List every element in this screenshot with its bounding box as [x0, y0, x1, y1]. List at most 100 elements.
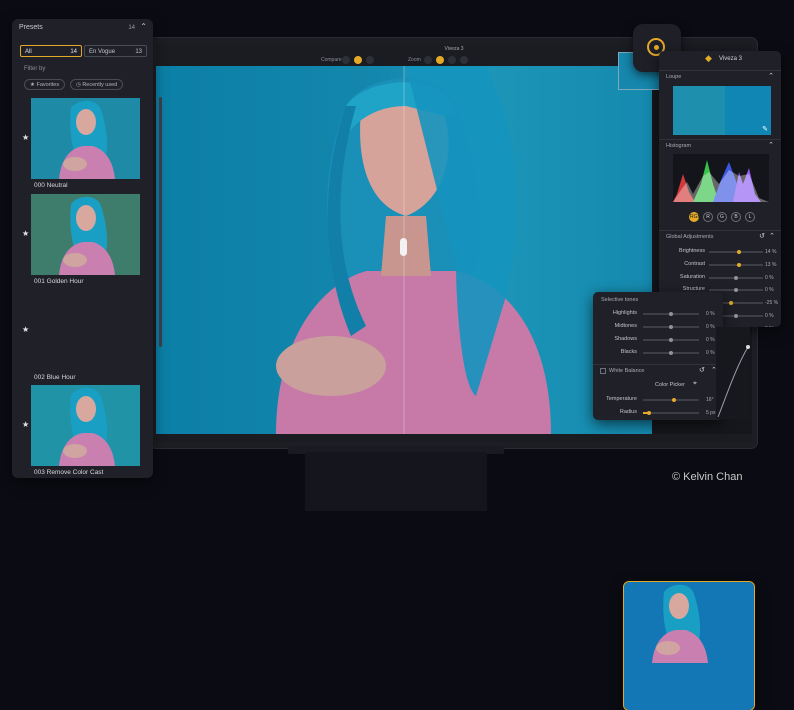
radius-slider[interactable] — [643, 412, 699, 414]
tone-value: 0 % — [706, 337, 715, 343]
slider-knob[interactable] — [734, 276, 738, 280]
zoom-label: Zoom — [408, 57, 421, 63]
preset-label: 002 Blue Hour — [34, 374, 76, 381]
tab-all-count: 14 — [70, 46, 77, 58]
tab-all-label: All — [25, 49, 32, 55]
compare-single-button[interactable] — [366, 56, 374, 64]
lens-dot — [654, 45, 659, 50]
filter-by-label: Filter by — [24, 66, 45, 72]
selective-tones-title: Selective tones — [601, 297, 638, 303]
tone-curve[interactable] — [716, 327, 750, 419]
channel-g-button[interactable]: G — [717, 212, 727, 222]
adjustment-label: Brightness — [663, 248, 705, 254]
tone-label: Midtones — [593, 323, 637, 329]
adjustments-panel: ◆ Viveza 3 Loupe ⌃ ✎ Histogram ⌃ RGBRGBL… — [659, 51, 781, 327]
favorite-star-icon[interactable]: ★ — [22, 325, 29, 334]
divider — [659, 70, 781, 71]
divider — [593, 364, 723, 365]
chevron-up-icon[interactable]: ⌃ — [769, 232, 775, 240]
slider-knob[interactable] — [729, 301, 733, 305]
preset-thumbnail[interactable] — [31, 194, 140, 275]
presets-scrollbar[interactable] — [159, 97, 162, 347]
adjustment-slider[interactable] — [709, 277, 763, 279]
channel-b-button[interactable]: B — [731, 212, 741, 222]
slider-knob[interactable] — [669, 325, 673, 329]
tone-slider[interactable] — [643, 313, 699, 315]
tone-label: Blacks — [593, 349, 637, 355]
preset-thumbnail-art — [624, 582, 733, 663]
preset-label: 001 Golden Hour — [34, 278, 84, 285]
tone-slider[interactable] — [643, 326, 699, 328]
slider-knob[interactable] — [737, 263, 741, 267]
favorites-chip[interactable]: ★ Favorites — [24, 79, 65, 90]
pin-icon[interactable]: ✎ — [762, 125, 768, 133]
chevron-up-icon[interactable]: ⌃ — [768, 72, 774, 80]
photo-canvas[interactable] — [156, 66, 652, 434]
divider — [659, 230, 781, 231]
favorite-star-icon[interactable]: ★ — [22, 229, 29, 238]
white-balance-checkbox[interactable] — [600, 368, 606, 374]
preset-thumbnail-art — [31, 194, 140, 275]
preset-thumbnail-art — [31, 385, 140, 466]
slider-knob[interactable] — [737, 250, 741, 254]
reset-icon[interactable]: ↺ — [699, 366, 705, 374]
loupe-before — [673, 86, 725, 135]
adjustment-value: -25 % — [765, 300, 778, 306]
adjustment-slider[interactable] — [709, 264, 763, 266]
preset-thumbnail[interactable] — [624, 582, 754, 710]
compare-label: Compare — [321, 57, 342, 63]
zoom-fit-button[interactable] — [424, 56, 432, 64]
tab-all[interactable]: All 14 — [20, 45, 82, 57]
channel-rgb-button[interactable]: RGB — [689, 212, 699, 222]
compare-split-button[interactable] — [342, 56, 350, 64]
histogram-svg — [673, 154, 769, 202]
reset-icon[interactable]: ↺ — [759, 232, 765, 240]
channel-r-button[interactable]: R — [703, 212, 713, 222]
radius-knob[interactable] — [647, 411, 651, 415]
histogram-graph — [673, 154, 769, 202]
recently-used-chip[interactable]: ◷ Recently used — [70, 79, 123, 90]
radius-value: 5 px — [706, 410, 715, 416]
compare-side-button[interactable] — [354, 56, 362, 64]
tone-slider[interactable] — [643, 352, 699, 354]
adjustment-value: 0 % — [765, 326, 774, 327]
eyedropper-icon[interactable]: ⌖ — [693, 380, 697, 388]
adjustment-value: 0 % — [765, 275, 774, 281]
slider-knob[interactable] — [669, 351, 673, 355]
adjustment-slider[interactable] — [709, 251, 763, 253]
preset-label: 000 Neutral — [34, 182, 68, 189]
tone-value: 0 % — [706, 350, 715, 356]
tab-en-vogue-label: En Vogue — [89, 49, 115, 55]
tone-slider[interactable] — [643, 339, 699, 341]
preset-label: 003 Remove Color Cast — [34, 469, 103, 476]
panel-header-title: Viveza 3 — [719, 56, 742, 62]
zoom-200-button[interactable] — [460, 56, 468, 64]
preset-thumbnail-art — [31, 98, 140, 179]
preset-thumbnail[interactable] — [31, 385, 140, 466]
temperature-knob[interactable] — [672, 398, 676, 402]
favorite-star-icon[interactable]: ★ — [22, 420, 29, 429]
tab-en-vogue[interactable]: En Vogue 13 — [84, 45, 147, 57]
selective-tones-panel: Selective tones Highlights0 %Midtones0 %… — [593, 292, 723, 420]
slider-knob[interactable] — [734, 288, 738, 292]
presets-title: Presets — [19, 24, 43, 31]
favorite-star-icon[interactable]: ★ — [22, 133, 29, 142]
channel-l-button[interactable]: L — [745, 212, 755, 222]
compare-split-handle[interactable] — [400, 238, 407, 256]
preset-thumbnail[interactable] — [31, 98, 140, 179]
chevron-up-icon[interactable]: ⌃ — [140, 22, 147, 31]
zoom-fill-button[interactable] — [436, 56, 444, 64]
panel-header: ◆ Viveza 3 — [659, 51, 781, 69]
slider-knob[interactable] — [669, 338, 673, 342]
loupe-view[interactable]: ✎ — [673, 86, 771, 135]
radius-label: Radius — [593, 409, 637, 415]
zoom-100-button[interactable] — [448, 56, 456, 64]
temperature-slider[interactable] — [643, 399, 699, 401]
tone-value: 0 % — [706, 311, 715, 317]
chevron-up-icon[interactable]: ⌃ — [768, 141, 774, 149]
slider-knob[interactable] — [669, 312, 673, 316]
divider — [659, 139, 781, 140]
global-adjustments-title: Global Adjustments — [666, 234, 713, 240]
temperature-label: Temperature — [593, 396, 637, 402]
slider-knob[interactable] — [734, 314, 738, 318]
